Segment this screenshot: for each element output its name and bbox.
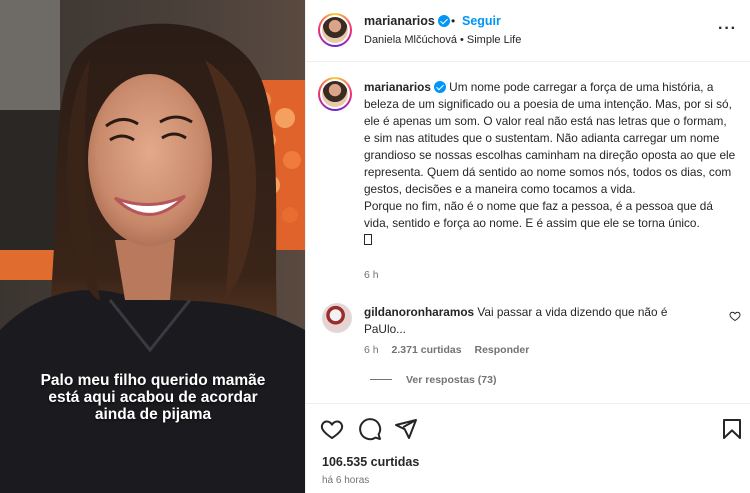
action-bar: 106.535 curtidas há 6 horas (306, 403, 750, 493)
commenter-avatar[interactable] (322, 303, 352, 333)
caption-author-avatar[interactable] (318, 77, 352, 111)
share-icon[interactable] (394, 417, 418, 441)
photo-caption: Palo meu filho querido mamãe está aqui a… (40, 372, 266, 423)
post-media[interactable]: Palo meu filho querido mamãe está aqui a… (0, 0, 305, 493)
separator-dot: • (451, 14, 456, 28)
comment: gildanoronharamos Vai passar a vida dize… (364, 304, 709, 338)
replies-divider-line (370, 379, 392, 380)
post-details-panel: marianarios • Seguir Daniela Mlčúchová •… (305, 0, 750, 493)
comment-like-heart-icon[interactable] (729, 310, 741, 322)
comment-icon[interactable] (358, 417, 382, 441)
author-username[interactable]: marianarios (364, 14, 450, 28)
caption-paragraph-1: Um nome pode carregar a força de uma his… (364, 80, 736, 196)
author-avatar[interactable] (318, 13, 352, 47)
comment-timestamp[interactable]: 6 h (364, 344, 379, 356)
verified-badge-icon (437, 15, 450, 27)
bookmark-icon[interactable] (720, 417, 744, 441)
commenter-username[interactable]: gildanoronharamos (364, 305, 474, 319)
post-header: marianarios • Seguir Daniela Mlčúchová •… (306, 0, 750, 62)
view-replies-label: Ver respostas (73) (406, 374, 497, 386)
caption-username[interactable]: marianarios (364, 80, 431, 94)
heart-icon[interactable] (320, 417, 344, 441)
post-time-ago[interactable]: há 6 horas (322, 475, 369, 486)
view-replies-button[interactable]: Ver respostas (73) (370, 374, 496, 386)
verified-badge-icon (433, 81, 446, 93)
comment-likes[interactable]: 2.371 curtidas (392, 344, 462, 356)
emoji-placeholder-icon (364, 234, 372, 245)
more-options-icon[interactable]: ··· (718, 20, 737, 38)
likes-count[interactable]: 106.535 curtidas (322, 455, 419, 469)
comments-section[interactable]: marianarios Um nome pode carregar a forç… (306, 63, 750, 403)
audio-track-link[interactable]: Daniela Mlčúchová • Simple Life (364, 34, 521, 46)
post-caption: marianarios Um nome pode carregar a forç… (364, 79, 736, 249)
caption-timestamp[interactable]: 6 h (364, 269, 379, 281)
comment-meta: 6 h 2.371 curtidas Responder (364, 344, 539, 356)
caption-paragraph-2: Porque no fim, não é o nome que faz a pe… (364, 199, 713, 230)
follow-button[interactable]: Seguir (462, 14, 501, 28)
reply-button[interactable]: Responder (475, 344, 530, 356)
